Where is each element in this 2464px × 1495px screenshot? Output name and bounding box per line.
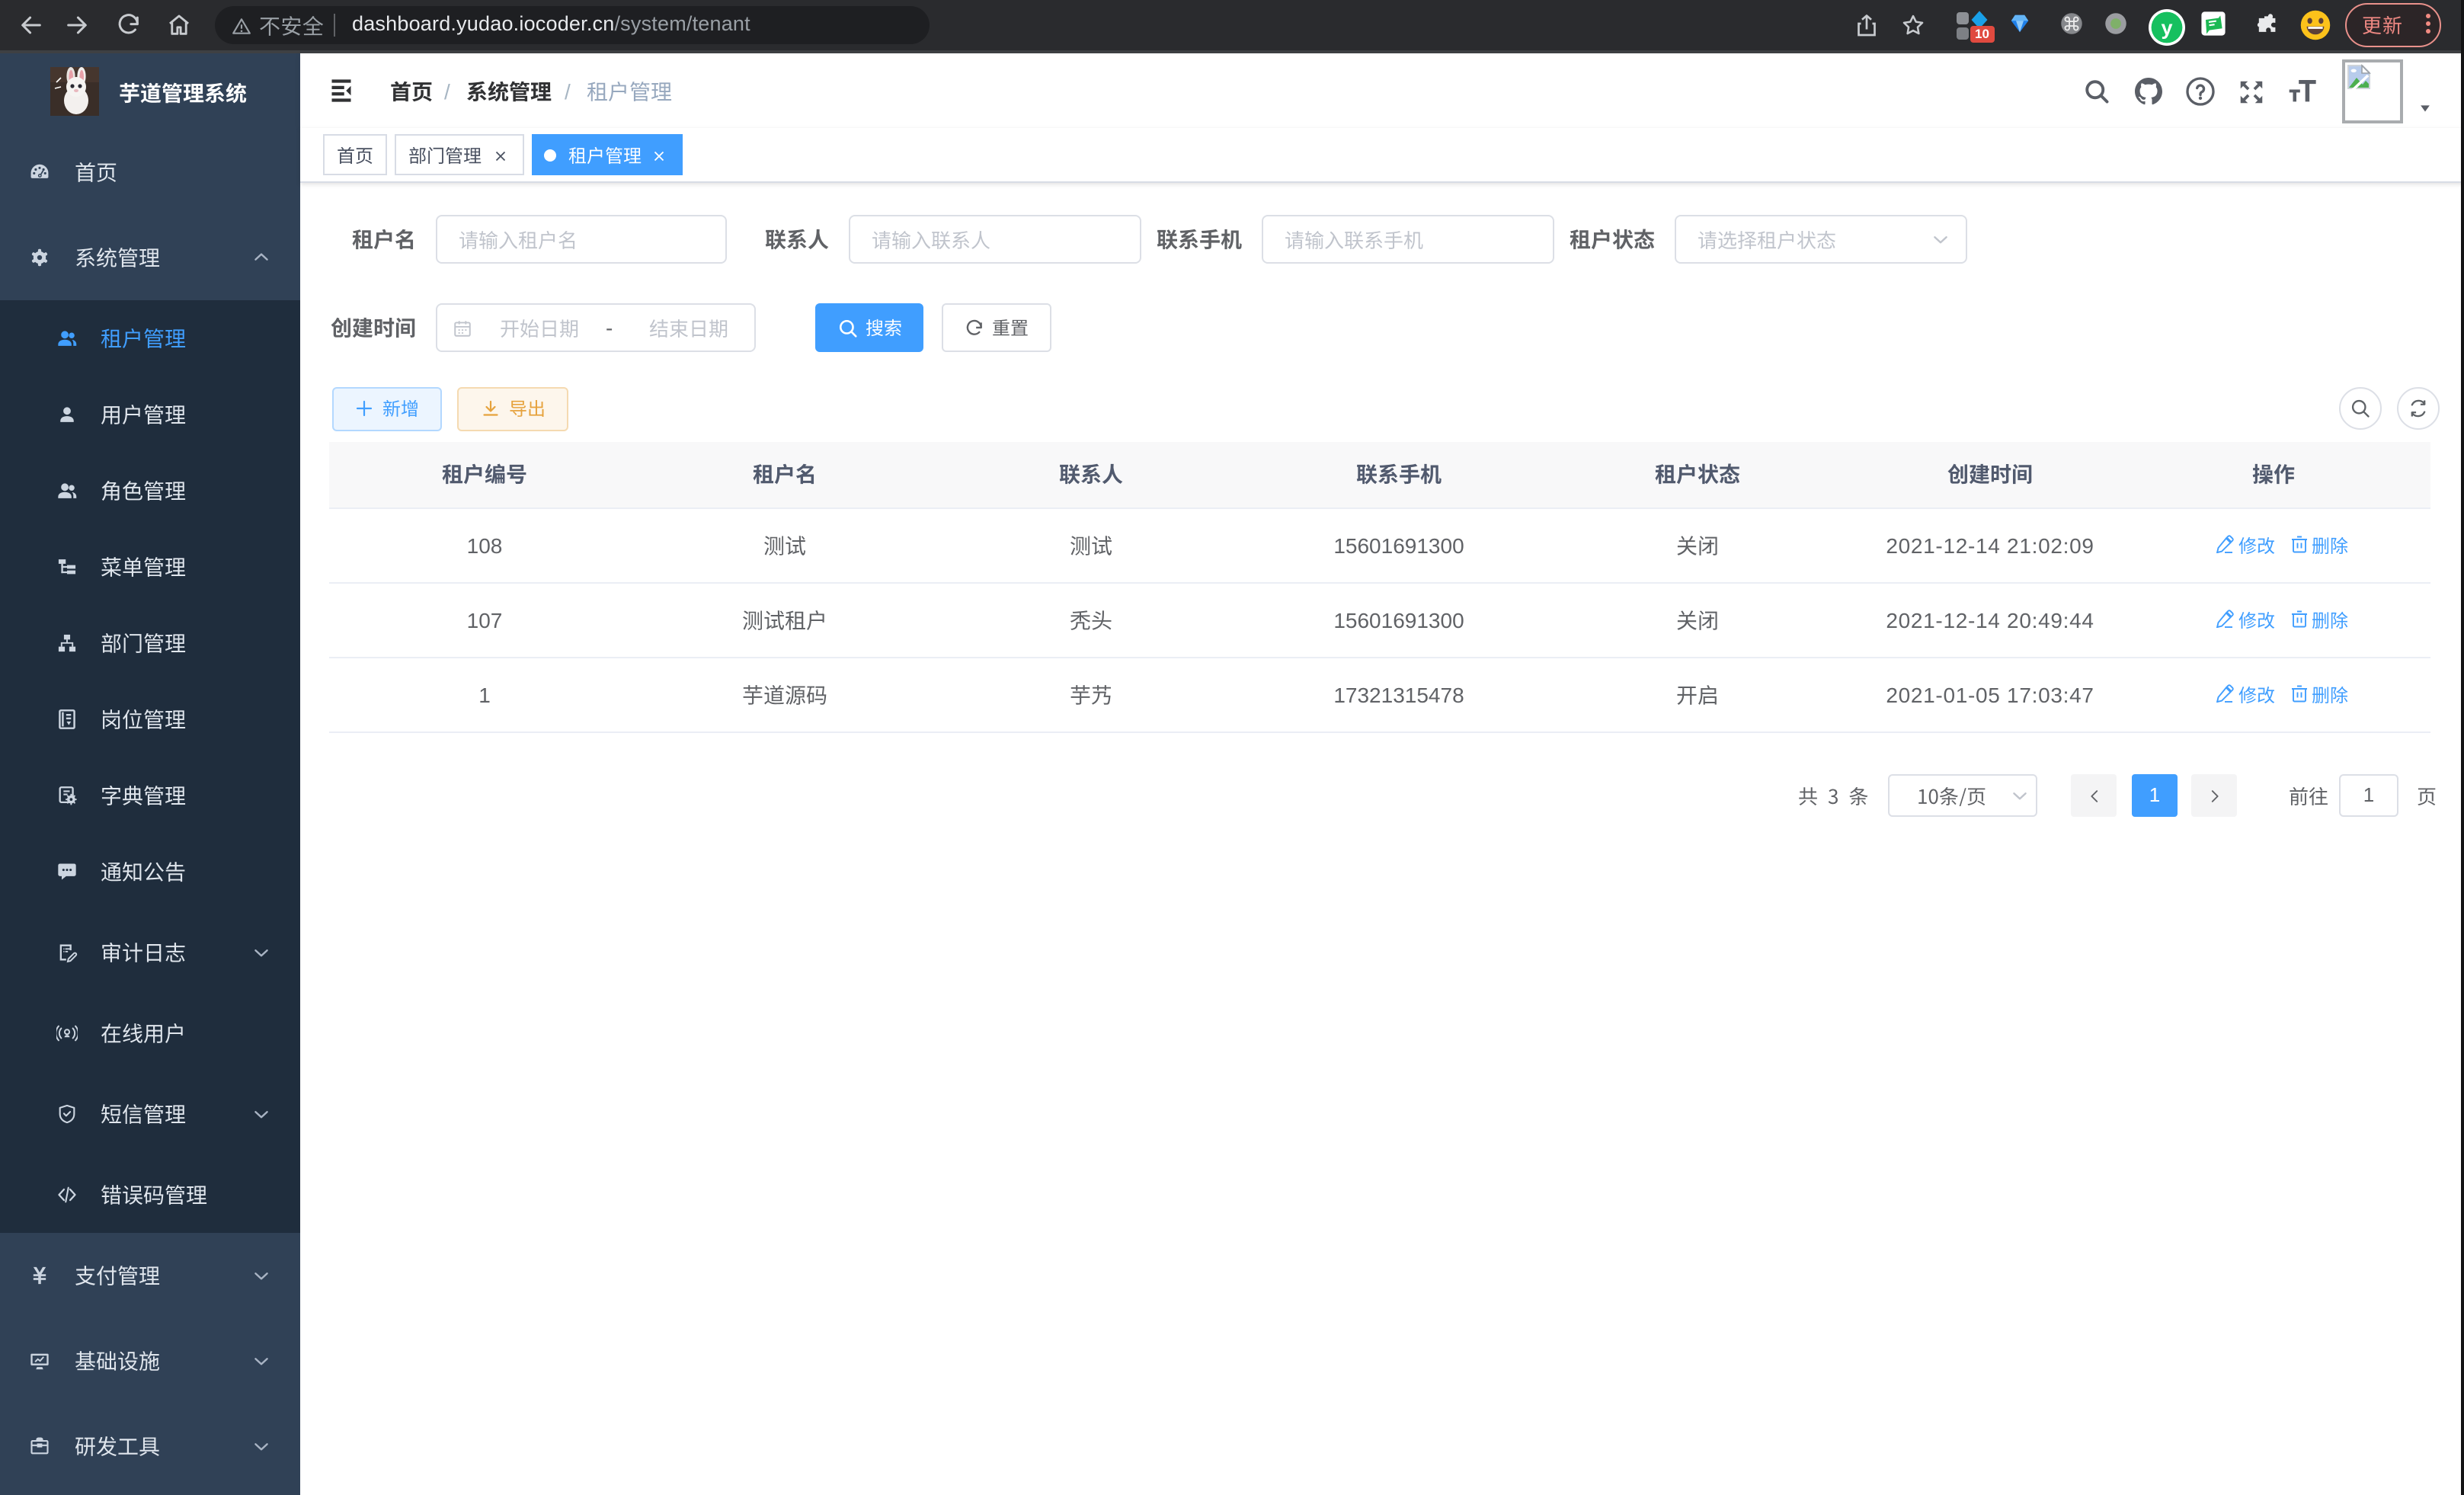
svg-text:y: y <box>2161 17 2172 40</box>
